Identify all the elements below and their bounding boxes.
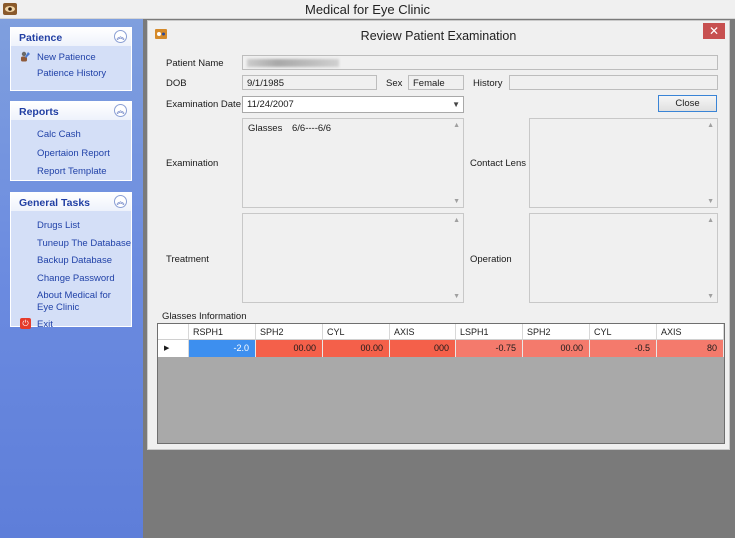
chevron-up-icon[interactable]: ︽: [114, 195, 127, 208]
sidebar-item-exit[interactable]: ⏻ Exit: [11, 317, 131, 333]
group-title: Patience: [19, 32, 63, 44]
contact-lens-label: Contact Lens: [470, 158, 526, 169]
sidebar-item-drugs-list[interactable]: Drugs List: [11, 218, 131, 234]
close-button[interactable]: Close: [658, 95, 717, 112]
sidebar-item-label: About Medical for Eye Clinic: [37, 290, 111, 313]
redacted-name: [247, 59, 339, 67]
column-header[interactable]: SPH2: [256, 324, 323, 339]
sidebar-item-about[interactable]: About Medical for Eye Clinic: [11, 288, 131, 315]
sidebar-item-new-patience[interactable]: New Patience: [11, 50, 131, 66]
sidebar-item-label: Backup Database: [37, 255, 112, 266]
column-header[interactable]: AXIS: [657, 324, 724, 339]
grid-cell[interactable]: -2.0: [189, 340, 256, 357]
grid-cell[interactable]: 00.00: [523, 340, 590, 357]
scroll-up-icon[interactable]: ▲: [707, 122, 714, 129]
scroll-down-icon[interactable]: ▼: [707, 198, 714, 205]
column-header[interactable]: CYL: [323, 324, 390, 339]
title-bar: Medical for Eye Clinic: [0, 0, 735, 19]
examination-text-value: 6/6----6/6: [292, 123, 332, 134]
grid-header: RSPH1 SPH2 CYL AXIS LSPH1 SPH2 CYL AXIS: [158, 324, 724, 340]
grid-cell[interactable]: 00.00: [256, 340, 323, 357]
group-header[interactable]: General Tasks ︽: [11, 193, 131, 211]
grid-cell[interactable]: 000: [390, 340, 456, 357]
sidebar-item-label: Calc Cash: [37, 129, 81, 140]
grid-cell[interactable]: 80: [657, 340, 724, 357]
sidebar-item-label: Exit: [37, 319, 53, 330]
dialog-title: Review Patient Examination: [360, 29, 517, 43]
column-header[interactable]: SPH2: [523, 324, 590, 339]
sidebar-group-patience: Patience ︽ New Patience Patience History: [10, 27, 132, 91]
scroll-up-icon[interactable]: ▲: [707, 217, 714, 224]
treatment-memo[interactable]: ▲ ▼: [242, 213, 464, 303]
sidebar-item-patience-history[interactable]: Patience History: [11, 66, 131, 82]
sidebar-item-label: Report Template: [37, 166, 107, 177]
sidebar-item-label: Drugs List: [37, 220, 80, 231]
sidebar-item-label: New Patience: [37, 52, 96, 63]
grid-cell[interactable]: -0.5: [590, 340, 657, 357]
history-field[interactable]: [509, 75, 718, 90]
scroll-up-icon[interactable]: ▲: [453, 217, 460, 224]
sex-field[interactable]: Female: [408, 75, 464, 90]
sidebar-item-operation-report[interactable]: Opertaion Report: [11, 146, 131, 162]
dob-label: DOB: [166, 78, 187, 89]
group-title: Reports: [19, 106, 59, 118]
glasses-info-label: Glasses Information: [162, 311, 247, 322]
sex-label: Sex: [386, 78, 403, 89]
sidebar-item-label: Change Password: [37, 272, 115, 284]
grid-cell[interactable]: 00.00: [323, 340, 390, 357]
sidebar-item-change-password[interactable]: Change Password: [11, 271, 131, 287]
chevron-up-icon[interactable]: ︽: [114, 104, 127, 117]
scroll-down-icon[interactable]: ▼: [453, 198, 460, 205]
dob-field[interactable]: 9/1/1985: [242, 75, 377, 90]
scroll-down-icon[interactable]: ▼: [707, 293, 714, 300]
sidebar-item-label: Tuneup The Database: [37, 237, 132, 249]
sidebar-item-label: Opertaion Report: [37, 147, 110, 159]
patient-name-field[interactable]: [242, 55, 718, 70]
chevron-down-icon: ▼: [452, 100, 460, 109]
scroll-down-icon[interactable]: ▼: [453, 293, 460, 300]
window-title: Medical for Eye Clinic: [305, 2, 430, 17]
group-header[interactable]: Reports ︽: [11, 102, 131, 120]
header-corner: [158, 324, 189, 339]
operation-memo[interactable]: ▲ ▼: [529, 213, 718, 303]
column-header[interactable]: LSPH1: [456, 324, 523, 339]
sidebar-item-backup-database[interactable]: Backup Database: [11, 253, 131, 269]
chevron-up-icon[interactable]: ︽: [114, 30, 127, 43]
sidebar-group-reports: Reports ︽ Calc Cash Opertaion Report Rep…: [10, 101, 132, 181]
examination-label: Examination: [166, 158, 219, 169]
sidebar-item-tuneup-database[interactable]: Tuneup The Database: [11, 236, 131, 252]
close-icon[interactable]: ✕: [703, 23, 725, 39]
exam-date-value: 11/24/2007: [247, 99, 294, 110]
exit-icon: ⏻: [20, 318, 31, 329]
group-title: General Tasks: [19, 197, 91, 209]
exam-date-label: Examination Date: [166, 99, 241, 110]
glasses-grid[interactable]: RSPH1 SPH2 CYL AXIS LSPH1 SPH2 CYL AXIS …: [157, 323, 725, 444]
sidebar-group-general-tasks: General Tasks ︽ Drugs List Tuneup The Da…: [10, 192, 132, 330]
column-header[interactable]: AXIS: [390, 324, 456, 339]
sidebar-item-report-template[interactable]: Report Template: [11, 164, 131, 180]
column-header[interactable]: RSPH1: [189, 324, 256, 339]
history-label: History: [473, 78, 503, 89]
examination-text-label: Glasses: [248, 123, 283, 134]
add-patient-icon: [21, 51, 30, 62]
review-exam-dialog: Review Patient Examination ✕ Patient Nam…: [147, 20, 730, 450]
sidebar: Patience ︽ New Patience Patience History…: [0, 19, 143, 538]
exam-date-select[interactable]: 11/24/2007 ▼: [242, 96, 464, 113]
examination-memo[interactable]: Glasses 6/6----6/6 ▲ ▼: [242, 118, 464, 208]
operation-label: Operation: [470, 254, 512, 265]
treatment-label: Treatment: [166, 254, 209, 265]
sidebar-item-calc-cash[interactable]: Calc Cash: [11, 127, 131, 143]
row-indicator-icon[interactable]: ▶: [158, 340, 189, 357]
group-header[interactable]: Patience ︽: [11, 28, 131, 46]
scroll-up-icon[interactable]: ▲: [453, 122, 460, 129]
grid-cell[interactable]: -0.75: [456, 340, 523, 357]
table-row[interactable]: ▶ -2.0 00.00 00.00 000 -0.75 00.00 -0.5 …: [158, 340, 724, 357]
sidebar-item-label: Patience History: [37, 67, 107, 79]
column-header[interactable]: CYL: [590, 324, 657, 339]
dialog-title-bar: Review Patient Examination ✕: [148, 21, 729, 47]
patient-name-label: Patient Name: [166, 58, 224, 69]
contact-lens-memo[interactable]: ▲ ▼: [529, 118, 718, 208]
